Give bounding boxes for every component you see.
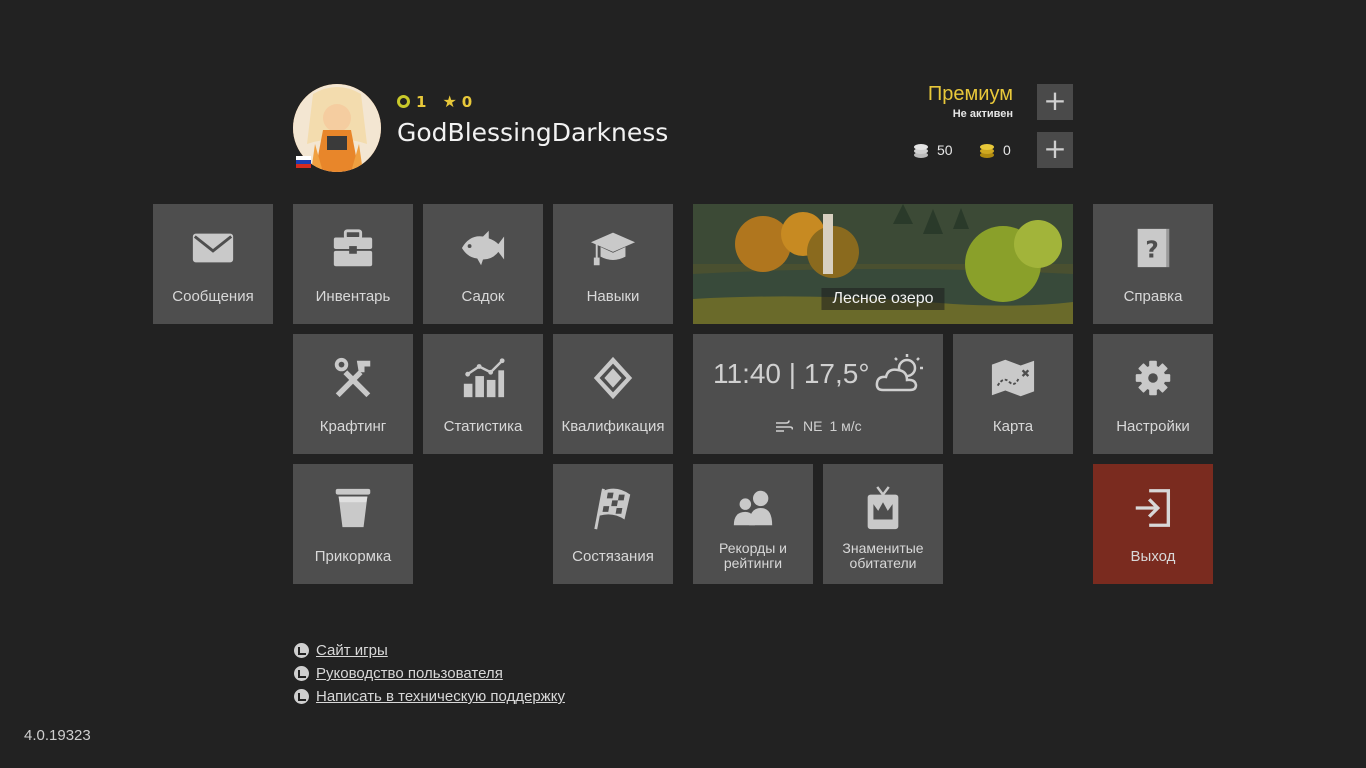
link-label: Написать в техническую поддержку <box>316 688 565 705</box>
tile-label: Прикормка <box>314 548 392 565</box>
bucket-icon <box>329 484 377 532</box>
graduation-cap-icon <box>589 224 637 272</box>
tile-inventory[interactable]: Инвентарь <box>293 204 413 324</box>
gold-balance: 0 <box>978 141 1011 159</box>
tile-label: Квалификация <box>561 418 665 435</box>
bar-chart-icon <box>459 354 507 402</box>
wind-speed: 1 м/с <box>829 418 862 434</box>
tile-label: Рекорды и рейтинги <box>693 541 813 571</box>
wind-direction: NE <box>803 418 823 434</box>
russia-flag-icon <box>296 156 311 168</box>
tile-qualification[interactable]: Квалификация <box>553 334 673 454</box>
buy-premium-button[interactable]: + <box>1037 84 1073 120</box>
silver-amount: 50 <box>937 142 953 158</box>
tile-label: Карта <box>992 418 1034 435</box>
diamond-badge-icon <box>589 354 637 402</box>
premium-status: Не активен <box>952 108 1013 120</box>
tile-label: Настройки <box>1116 418 1190 435</box>
player-stars: 0 <box>461 92 473 111</box>
buy-currency-button[interactable]: + <box>1037 132 1073 168</box>
help-book-icon: ? <box>1129 224 1177 272</box>
silver-coins-icon <box>914 144 928 158</box>
envelope-icon <box>189 224 237 272</box>
tile-messages[interactable]: Сообщения <box>153 204 273 324</box>
time-temp-separator: | <box>788 358 797 389</box>
wind-icon <box>776 420 793 432</box>
tile-map[interactable]: Карта <box>953 334 1073 454</box>
crown-badge-icon <box>859 484 907 532</box>
checkered-flag-icon <box>589 484 637 532</box>
player-level: 1 <box>416 92 427 111</box>
tile-competitions[interactable]: Состязания <box>553 464 673 584</box>
tile-label-line: Рекорды и <box>719 540 787 556</box>
external-link-icon <box>294 666 309 681</box>
external-links: Сайт игры Руководство пользователя Напис… <box>294 639 565 708</box>
tile-label: Статистика <box>443 418 523 435</box>
tile-help[interactable]: ? Справка <box>1093 204 1213 324</box>
tools-icon <box>329 354 377 402</box>
wind-info: NE 1 м/с <box>775 418 862 434</box>
tile-groundbait[interactable]: Прикормка <box>293 464 413 584</box>
external-link-icon <box>294 643 309 658</box>
fish-icon <box>459 224 507 272</box>
exit-icon <box>1129 484 1177 532</box>
time-temperature: 11:40 | 17,5° <box>713 358 870 390</box>
gold-coins-icon <box>980 144 994 158</box>
map-icon <box>989 354 1037 402</box>
tile-settings[interactable]: Настройки <box>1093 334 1213 454</box>
location-name: Лесное озеро <box>821 288 945 310</box>
link-game-site[interactable]: Сайт игры <box>294 639 565 662</box>
tile-label: Знаменитые обитатели <box>823 541 943 571</box>
tile-keepnet[interactable]: Садок <box>423 204 543 324</box>
tile-label-line: рейтинги <box>723 555 783 571</box>
tile-label-line: Знаменитые <box>842 540 924 556</box>
link-label: Сайт игры <box>316 642 388 659</box>
partly-cloudy-icon <box>875 354 923 392</box>
link-label: Руководство пользователя <box>316 665 503 682</box>
svg-text:?: ? <box>1145 238 1158 264</box>
premium-title[interactable]: Премиум <box>928 83 1013 106</box>
tile-label: Инвентарь <box>315 288 391 305</box>
tile-skills[interactable]: Навыки <box>553 204 673 324</box>
star-icon: ★ <box>442 92 457 111</box>
weather-widget: 11:40 | 17,5° NE 1 м/с <box>693 334 943 454</box>
tile-label: Навыки <box>586 288 640 305</box>
tile-records[interactable]: Рекорды и рейтинги <box>693 464 813 584</box>
location-banner[interactable]: Лесное озеро <box>693 204 1073 324</box>
external-link-icon <box>294 689 309 704</box>
tile-label: Выход <box>1130 548 1176 565</box>
link-tech-support[interactable]: Написать в техническую поддержку <box>294 685 565 708</box>
gold-amount: 0 <box>1003 142 1011 158</box>
tile-label: Садок <box>461 288 505 305</box>
tile-label-line: обитатели <box>849 555 917 571</box>
username: GodBlessingDarkness <box>397 118 669 147</box>
people-group-icon <box>729 484 777 532</box>
tile-label: Состязания <box>572 548 654 565</box>
tile-famous-inhabitants[interactable]: Знаменитые обитатели <box>823 464 943 584</box>
silver-balance: 50 <box>912 141 953 159</box>
tile-exit[interactable]: Выход <box>1093 464 1213 584</box>
temperature: 17,5° <box>803 358 870 389</box>
link-user-guide[interactable]: Руководство пользователя <box>294 662 565 685</box>
tile-crafting[interactable]: Крафтинг <box>293 334 413 454</box>
tile-label: Крафтинг <box>319 418 387 435</box>
gear-icon <box>1129 354 1177 402</box>
toolbox-icon <box>329 224 377 272</box>
time: 11:40 <box>713 358 781 389</box>
level-icon <box>397 95 410 108</box>
tile-statistics[interactable]: Статистика <box>423 334 543 454</box>
version-label: 4.0.19323 <box>24 727 91 744</box>
tile-label: Сообщения <box>172 288 254 305</box>
tile-label: Справка <box>1123 288 1183 305</box>
level-stars-row: 1 ★ 0 <box>397 92 472 111</box>
